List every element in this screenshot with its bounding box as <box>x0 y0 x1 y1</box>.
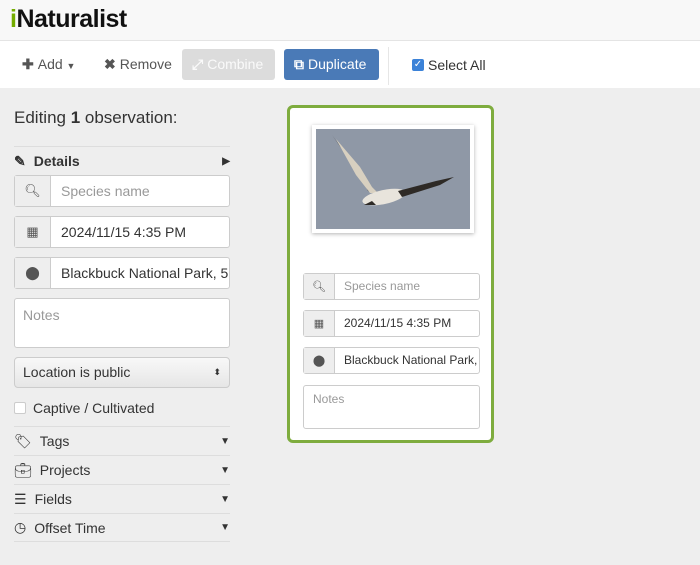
caret-down-icon: ▼ <box>66 61 76 71</box>
add-button[interactable]: ✚ Add ▼ <box>12 49 85 80</box>
location-input[interactable]: ⬤ Blackbuck National Park, 5 <box>14 257 230 289</box>
page-title: Editing 1 observation: <box>14 108 178 127</box>
checkbox-checked-icon: ✓ <box>412 59 424 71</box>
calendar-icon: ▦ <box>304 311 335 336</box>
map-marker-icon: ⬤ <box>304 348 335 373</box>
section-fields[interactable]: ☰ Fields ▼ <box>14 484 230 513</box>
clock-icon: ◷ <box>14 519 27 535</box>
caret-down-icon: ▼ <box>220 493 230 505</box>
edit-sidebar: Editing 1 observation: ✎ Details ▶ 🔍︎ Speci… <box>14 100 230 542</box>
geoprivacy-select[interactable]: Location is public ⬍ <box>14 357 230 388</box>
remove-button[interactable]: ✖ Remove <box>94 49 182 80</box>
calendar-icon: ▦ <box>15 217 51 247</box>
observation-card[interactable]: 🔍︎ Species name ▦ 2024/11/15 4:35 PM ⬤ Blac… <box>287 105 494 443</box>
notes-textarea[interactable]: Notes <box>14 298 230 348</box>
date-input[interactable]: ▦ 2024/11/15 4:35 PM <box>14 216 230 248</box>
divider <box>388 47 389 85</box>
caret-down-icon: ▼ <box>220 435 230 447</box>
section-offset-time[interactable]: ◷ Offset Time ▼ <box>14 513 230 542</box>
logo[interactable]: iNaturalist <box>10 5 127 34</box>
search-icon: 🔍︎ <box>304 274 335 299</box>
card-notes-textarea[interactable]: Notes <box>303 385 480 429</box>
caret-down-icon: ▼ <box>220 464 230 476</box>
checkbox[interactable] <box>14 402 26 414</box>
remove-icon: ✖ <box>104 56 116 72</box>
card-location-input[interactable]: ⬤ Blackbuck National Park, <box>303 347 480 374</box>
combine-icon: ⤢ <box>192 56 204 72</box>
section-tags[interactable]: 🏷︎ Tags ▼ <box>14 426 230 455</box>
pencil-icon: ✎ <box>14 152 26 169</box>
header: iNaturalist <box>0 0 700 41</box>
briefcase-icon: 💼︎ <box>14 461 32 478</box>
plus-icon: ✚ <box>22 56 34 72</box>
captive-checkbox[interactable]: Captive / Cultivated <box>14 400 230 416</box>
select-all-checkbox[interactable]: ✓ Select All <box>412 57 486 73</box>
list-icon: ☰ <box>14 490 27 507</box>
search-icon: 🔍︎ <box>15 176 51 206</box>
section-projects[interactable]: 💼︎ Projects ▼ <box>14 455 230 484</box>
caret-right-icon: ▶ <box>222 155 230 167</box>
caret-down-icon: ▼ <box>220 522 230 533</box>
observation-photo[interactable] <box>312 125 474 233</box>
bird-image <box>332 135 454 206</box>
map-marker-icon: ⬤ <box>15 258 51 288</box>
duplicate-icon: ⧉ <box>294 56 304 72</box>
species-input[interactable]: 🔍︎ Species name <box>14 175 230 207</box>
card-species-input[interactable]: 🔍︎ Species name <box>303 273 480 300</box>
select-arrows-icon: ⬍ <box>213 367 221 377</box>
details-header[interactable]: ✎ Details ▶ <box>14 146 230 175</box>
card-date-input[interactable]: ▦ 2024/11/15 4:35 PM <box>303 310 480 337</box>
tag-icon: 🏷︎ <box>14 432 32 449</box>
combine-button[interactable]: ⤢ Combine <box>182 49 275 80</box>
toolbar: ✚ Add ▼ ✖ Remove ⤢ Combine ⧉ Duplicate ✓ Sele… <box>0 41 700 88</box>
duplicate-button[interactable]: ⧉ Duplicate <box>284 49 379 80</box>
